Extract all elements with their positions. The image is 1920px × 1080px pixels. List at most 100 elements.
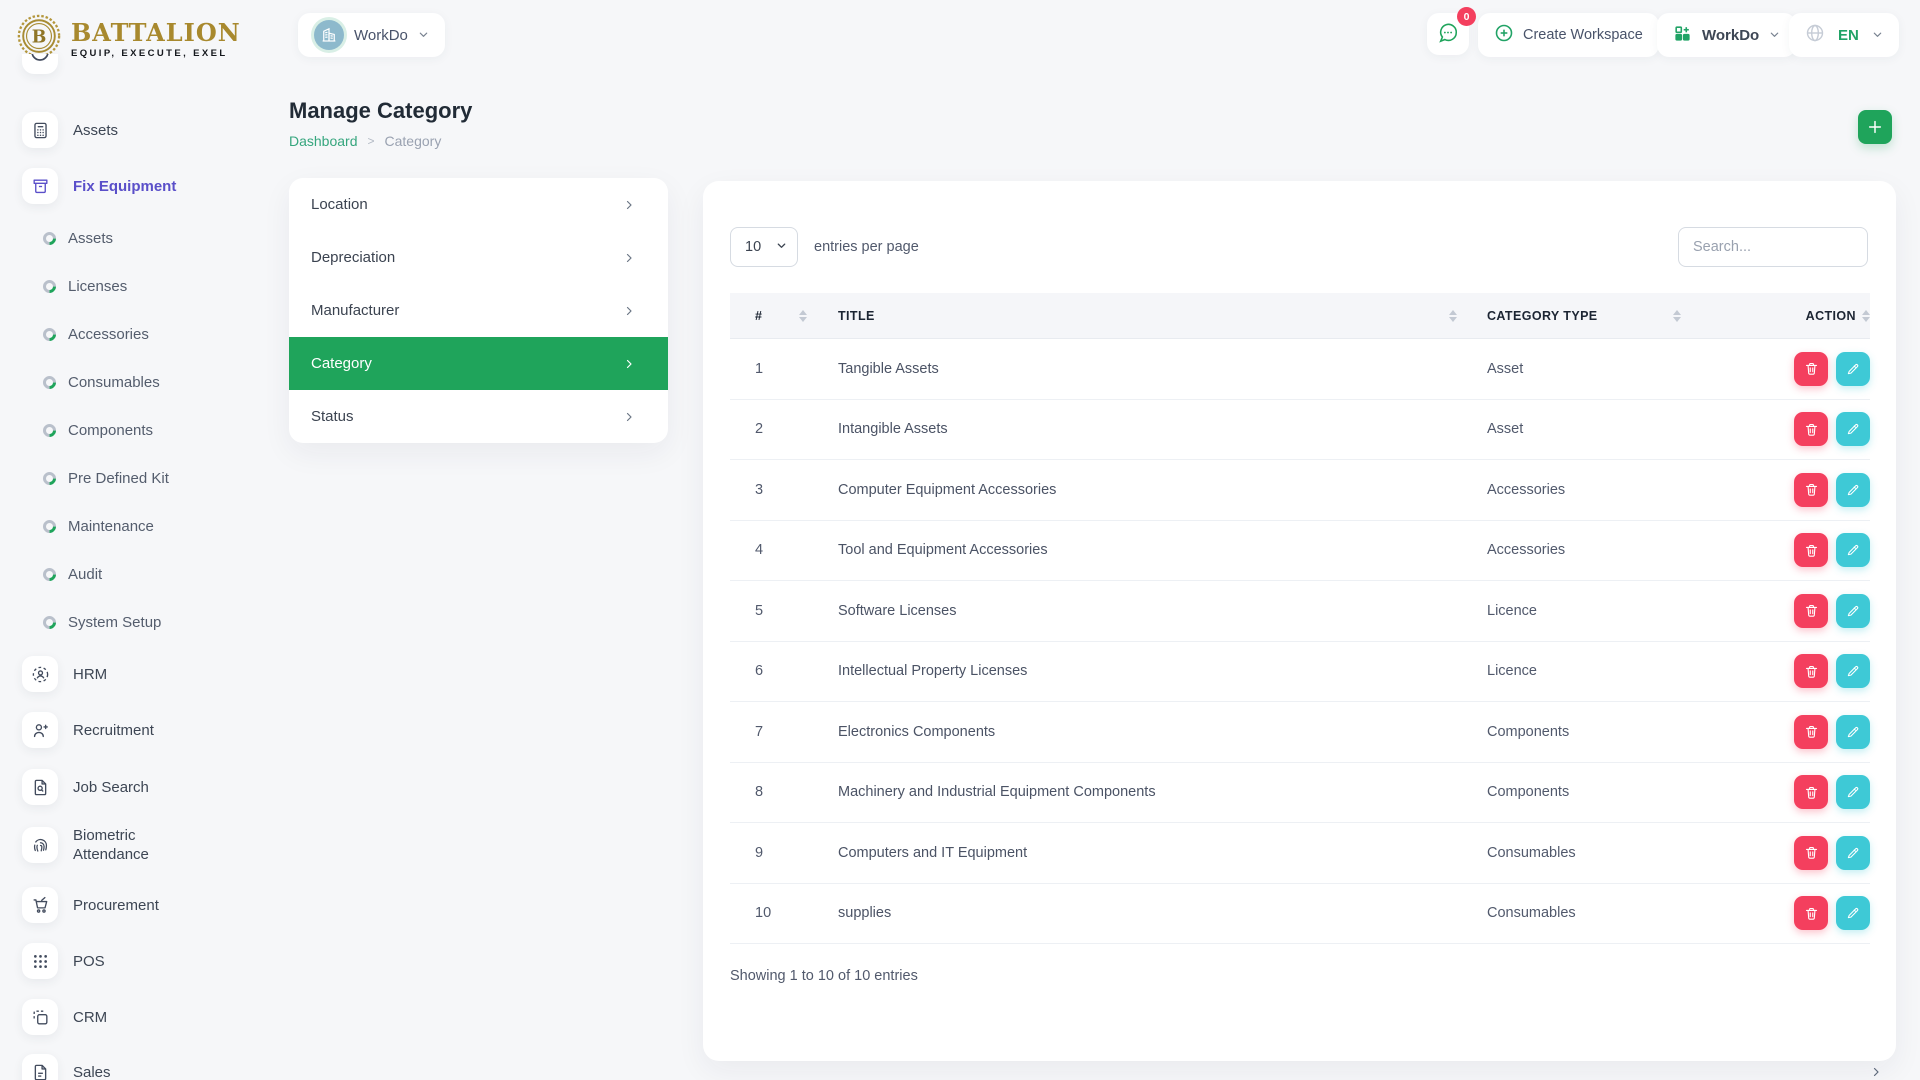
breadcrumb: Dashboard > Category [289,133,441,149]
delete-button[interactable] [1794,473,1828,507]
bullet-donut-icon [40,373,58,391]
delete-button[interactable] [1794,594,1828,628]
bullet-donut-icon [40,277,58,295]
hrm-user-circle-icon [22,656,58,692]
sidebar-subitem-pre-defined-kit[interactable]: Pre Defined Kit [43,466,169,490]
setup-submenu-card: Location Depreciation Manufacturer Categ… [289,178,668,443]
page-title: Manage Category [289,98,472,124]
chevron-right-icon [623,358,635,370]
table-row: 5 Software Licenses Licence [730,581,1870,642]
building-icon [314,20,344,50]
breadcrumb-separator: > [368,134,375,148]
submenu-item-location[interactable]: Location [289,178,668,231]
breadcrumb-current: Category [385,133,442,149]
table-row: 1 Tangible Assets Asset [730,339,1870,400]
column-header-action[interactable]: ACTION [1685,293,1870,338]
shopping-cart-icon [22,887,58,923]
overlapping-squares-icon [22,999,58,1035]
category-table-card: 10 entries per page # TITLE CATEGORY TYP… [703,181,1896,1061]
edit-button[interactable] [1836,352,1870,386]
sidebar-subitem-maintenance[interactable]: Maintenance [43,514,154,538]
delete-button[interactable] [1794,896,1828,930]
chevron-down-icon [1872,27,1883,44]
fingerprint-icon [22,827,58,863]
search-input[interactable] [1678,227,1868,267]
plus-icon [1867,119,1883,135]
sidebar-item-label: Assets [73,122,118,139]
chevron-right-icon [623,305,635,317]
bullet-donut-icon [40,421,58,439]
workspace-label: WorkDo [354,27,408,44]
edit-button[interactable] [1836,533,1870,567]
workspace-selector[interactable]: WorkDo [298,13,445,57]
chat-bubble-icon [1437,22,1459,47]
edit-button[interactable] [1836,594,1870,628]
sidebar-subitem-licenses[interactable]: Licenses [43,274,127,298]
sidebar-item-partial[interactable] [22,54,58,74]
grid-plus-icon [1673,24,1692,47]
bullet-donut-icon [40,229,58,247]
sidebar-subitem-assets[interactable]: Assets [43,226,113,250]
table-row: 2 Intangible Assets Asset [730,400,1870,461]
delete-button[interactable] [1794,352,1828,386]
table-summary: Showing 1 to 10 of 10 entries [730,968,918,984]
delete-button[interactable] [1794,412,1828,446]
brand-name: BATTALION [71,21,241,45]
sort-icon [1449,310,1457,322]
submenu-item-depreciation[interactable]: Depreciation [289,231,668,284]
delete-button[interactable] [1794,654,1828,688]
svg-text:B: B [32,27,47,47]
workdo-menu-label: WorkDo [1702,27,1759,44]
brand-tagline: EQUIP, EXECUTE, EXEL [71,48,241,59]
messages-count-badge: 0 [1457,7,1476,26]
submenu-item-manufacturer[interactable]: Manufacturer [289,284,668,337]
sidebar-subitem-accessories[interactable]: Accessories [43,322,149,346]
table-row: 9 Computers and IT Equipment Consumables [730,823,1870,884]
file-search-icon [22,769,58,805]
edit-button[interactable] [1836,715,1870,749]
add-category-button[interactable] [1858,110,1892,144]
column-header-number[interactable]: # [730,293,815,338]
edit-button[interactable] [1836,896,1870,930]
delete-button[interactable] [1794,775,1828,809]
bullet-donut-icon [40,469,58,487]
globe-icon [1805,23,1825,47]
language-selector[interactable]: EN [1789,13,1899,57]
create-workspace-button[interactable]: Create Workspace [1478,13,1659,57]
user-plus-icon [22,712,58,748]
column-header-title[interactable]: TITLE [815,293,1465,338]
submenu-item-category[interactable]: Category [289,337,668,390]
sidebar-subitem-audit[interactable]: Audit [43,562,102,586]
grid-dots-icon [22,943,58,979]
sort-icon [1673,310,1681,322]
bullet-donut-icon [40,325,58,343]
chevron-right-icon [623,252,635,264]
edit-button[interactable] [1836,412,1870,446]
sidebar-subitem-system-setup[interactable]: System Setup [43,610,161,634]
chevron-down-icon [776,239,787,255]
entries-per-page-label: entries per page [814,239,919,255]
edit-button[interactable] [1836,654,1870,688]
table-row: 3 Computer Equipment Accessories Accesso… [730,460,1870,521]
edit-button[interactable] [1836,775,1870,809]
page-size-select[interactable]: 10 [730,227,798,267]
bullet-donut-icon [40,565,58,583]
messages-button[interactable]: 0 [1427,13,1469,55]
chevron-right-icon [1870,1066,1882,1078]
chevron-down-icon [418,27,429,44]
workdo-menu-button[interactable]: WorkDo [1657,13,1796,57]
table-row: 4 Tool and Equipment Accessories Accesso… [730,521,1870,582]
breadcrumb-dashboard-link[interactable]: Dashboard [289,133,358,149]
delete-button[interactable] [1794,715,1828,749]
file-text-icon [22,1054,58,1080]
sidebar-subitem-consumables[interactable]: Consumables [43,370,160,394]
chevron-down-icon [1769,27,1780,44]
sidebar-subitem-components[interactable]: Components [43,418,153,442]
equipment-box-icon [22,168,58,204]
edit-button[interactable] [1836,836,1870,870]
delete-button[interactable] [1794,533,1828,567]
delete-button[interactable] [1794,836,1828,870]
submenu-item-status[interactable]: Status [289,390,668,443]
column-header-category-type[interactable]: CATEGORY TYPE [1465,293,1685,338]
edit-button[interactable] [1836,473,1870,507]
